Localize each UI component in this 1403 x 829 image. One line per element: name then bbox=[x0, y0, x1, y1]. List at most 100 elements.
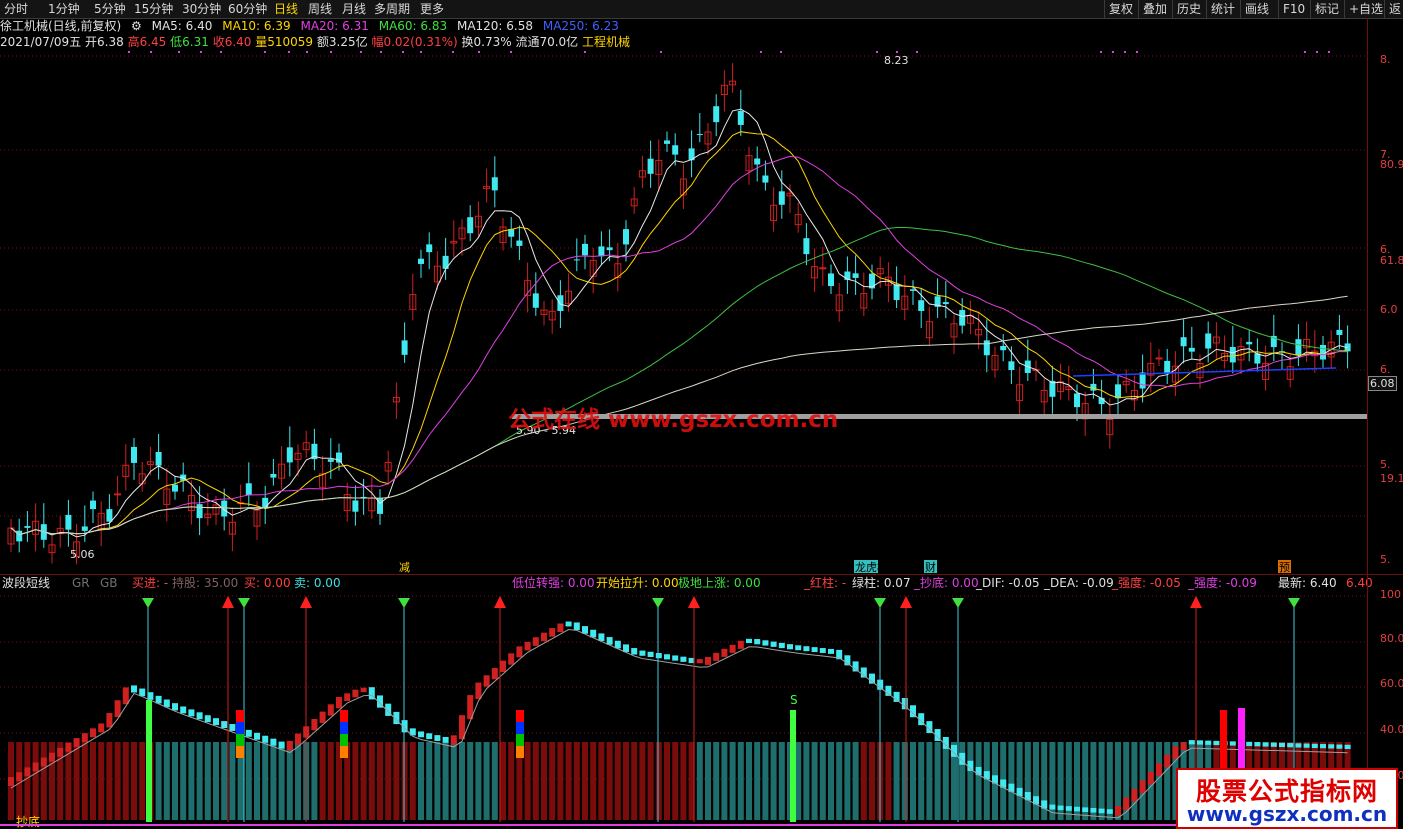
indicator-value: _DEA: -0.09 bbox=[1044, 576, 1114, 590]
quote-date: 2021/07/09五 bbox=[0, 35, 82, 49]
stats-button[interactable]: 统计 bbox=[1206, 0, 1239, 18]
indicator-value: GB bbox=[100, 576, 118, 590]
indicator-value: _红柱: - bbox=[804, 576, 847, 590]
history-button[interactable]: 历史 bbox=[1172, 0, 1205, 18]
sub-line-seg bbox=[270, 738, 277, 746]
sub-axis-label: 100 bbox=[1380, 588, 1401, 601]
indicator-value: _DIF: -0.05 bbox=[976, 576, 1040, 590]
tab-period-day[interactable]: 日线 bbox=[274, 1, 298, 17]
candle-up bbox=[1155, 357, 1163, 360]
sub-bar bbox=[664, 742, 670, 820]
sub-bar bbox=[614, 742, 621, 820]
f10-button[interactable]: F10 bbox=[1278, 0, 1309, 18]
draw-button[interactable]: 画线 bbox=[1240, 0, 1273, 18]
sub-bar bbox=[229, 742, 236, 820]
signal-dot bbox=[1100, 51, 1102, 53]
candle-down bbox=[24, 526, 31, 528]
sub-line-seg bbox=[1057, 805, 1064, 811]
sub-line-seg bbox=[557, 623, 564, 633]
tab-period-multi[interactable]: 多周期 bbox=[374, 1, 410, 17]
sub-line-seg bbox=[598, 633, 605, 642]
sub-bar bbox=[139, 742, 146, 820]
tab-period-15min[interactable]: 15分钟 bbox=[134, 1, 173, 17]
sub-line-seg bbox=[721, 648, 728, 657]
sub-line-seg bbox=[967, 760, 974, 771]
tab-period-week[interactable]: 周线 bbox=[308, 1, 332, 17]
quote-sector[interactable]: 工程机械 bbox=[582, 35, 630, 49]
tab-period-1min[interactable]: 1分钟 bbox=[48, 1, 80, 17]
candle-down bbox=[1090, 383, 1097, 391]
sub-line-seg bbox=[1197, 740, 1203, 745]
candle-down bbox=[918, 300, 925, 311]
tab-period-month[interactable]: 月线 bbox=[342, 1, 366, 17]
quote-amount: 额3.25亿 bbox=[316, 35, 368, 49]
sub-line-seg bbox=[73, 738, 80, 747]
candle-down bbox=[172, 484, 178, 492]
sub-line-seg bbox=[647, 651, 654, 658]
indicator-value: 低位转强: 0.00 bbox=[512, 576, 595, 590]
tab-period-more[interactable]: 更多 bbox=[420, 1, 444, 17]
signal-dot bbox=[402, 51, 404, 53]
candle-down bbox=[336, 452, 342, 463]
sub-line-seg bbox=[606, 637, 613, 645]
tab-period-30min[interactable]: 30分钟 bbox=[182, 1, 221, 17]
tab-period-60min[interactable]: 60分钟 bbox=[228, 1, 267, 17]
tab-period-fenshi[interactable]: 分时 bbox=[4, 1, 28, 17]
sub-line-seg bbox=[1287, 743, 1294, 748]
tab-period-5min[interactable]: 5分钟 bbox=[94, 1, 126, 17]
sub-bar bbox=[811, 742, 818, 820]
sub-bar bbox=[401, 742, 408, 820]
candle-down bbox=[1336, 329, 1343, 335]
sub-bar bbox=[549, 742, 556, 820]
ad-banner[interactable]: 股票公式指标网 www.gszx.com.cn bbox=[1176, 768, 1398, 829]
add-favorite-button[interactable]: +自选 bbox=[1344, 0, 1387, 18]
candlestick-chart[interactable]: 8.235.065.90 - 5.94减 龙虎榜财预 bbox=[0, 48, 1367, 574]
signal-dot bbox=[264, 51, 266, 53]
sub-line-seg bbox=[90, 728, 96, 738]
sub-line-seg bbox=[1295, 743, 1302, 748]
sub-bar bbox=[393, 742, 400, 820]
sub-line-seg bbox=[811, 647, 818, 653]
candle-down bbox=[959, 310, 966, 326]
mark-button[interactable]: 标记 bbox=[1310, 0, 1343, 18]
candle-down bbox=[65, 514, 72, 530]
sub-line-seg bbox=[639, 650, 646, 656]
indicator-chart[interactable]: S 抄底 bbox=[0, 590, 1367, 829]
signal-dot bbox=[1136, 51, 1138, 53]
sub-bar bbox=[81, 742, 88, 820]
sub-line-seg bbox=[336, 697, 342, 709]
ma60-line bbox=[10, 227, 1348, 536]
indicator-value: _强度: -0.09 bbox=[1188, 576, 1257, 590]
sub-line-seg bbox=[623, 644, 629, 653]
color-block bbox=[516, 734, 524, 746]
quote-low: 低6.31 bbox=[170, 35, 209, 49]
sub-bar bbox=[705, 742, 711, 820]
sub-line-seg bbox=[1303, 743, 1310, 748]
settings-icon[interactable]: ⚙ bbox=[131, 19, 142, 33]
sub-line-seg bbox=[1090, 807, 1097, 813]
axis-label: 8. bbox=[1380, 53, 1391, 66]
sub-line-seg bbox=[541, 632, 547, 642]
candle-down bbox=[828, 273, 834, 287]
candle-down bbox=[664, 140, 670, 144]
signal-dot bbox=[128, 51, 130, 53]
indicator-value: 开始拉升: 0.00 bbox=[596, 576, 679, 590]
sub-line-seg bbox=[344, 693, 351, 701]
fuquan-button[interactable]: 复权 bbox=[1104, 0, 1137, 18]
back-button[interactable]: 返 bbox=[1384, 0, 1403, 18]
sub-bar bbox=[311, 742, 318, 820]
sell-arrow bbox=[1288, 598, 1300, 608]
quote-change: 幅0.02(0.31%) bbox=[371, 35, 458, 49]
signal-dot bbox=[510, 51, 512, 53]
sub-line-seg bbox=[491, 667, 498, 680]
sub-axis-label: 40.0 bbox=[1380, 723, 1403, 736]
candle-down bbox=[910, 289, 916, 291]
sub-line-seg bbox=[680, 656, 687, 662]
bottom-label: 抄底 bbox=[16, 814, 40, 829]
signal-dot bbox=[1112, 51, 1114, 53]
indicator-info-line: 波段短线 GR GB 买进: - 持股: 35.00 买: 0.00 卖: 0.00 低位转强… bbox=[0, 575, 1403, 591]
axis-label: 80.9 bbox=[1380, 158, 1403, 171]
overlay-button[interactable]: 叠加 bbox=[1138, 0, 1171, 18]
sub-bar bbox=[918, 742, 925, 820]
sub-line-seg bbox=[1229, 741, 1236, 746]
